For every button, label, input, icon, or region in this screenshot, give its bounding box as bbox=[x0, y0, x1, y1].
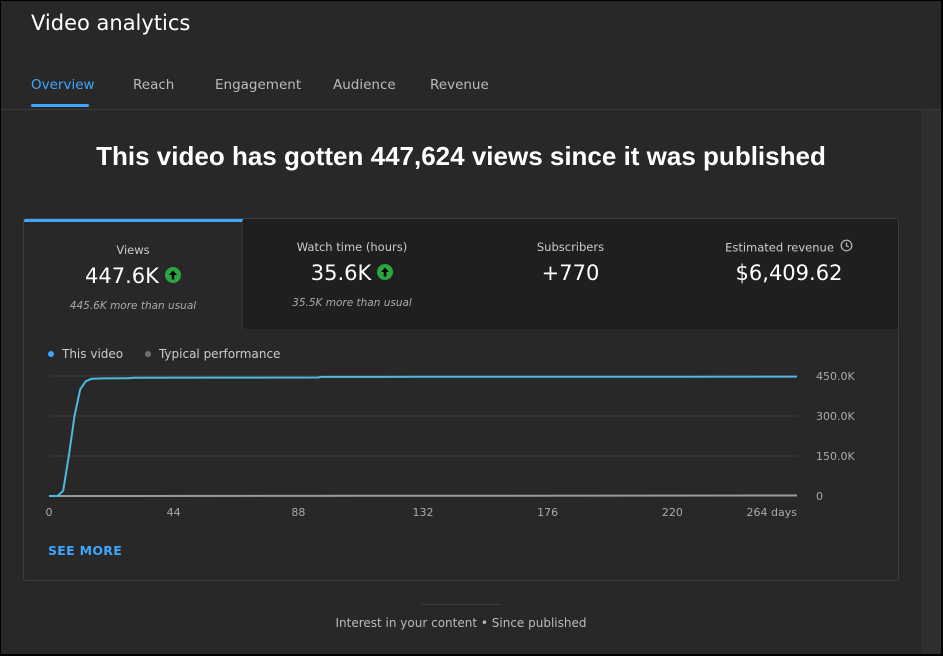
y-tick-label: 0 bbox=[816, 490, 823, 503]
series-line-typical-performance bbox=[49, 494, 798, 497]
metric-label: Views bbox=[116, 243, 150, 257]
metrics-card: Views 447.6K 445.6K more than usual Watc… bbox=[23, 218, 899, 581]
metric-watch-time[interactable]: Watch time (hours) 35.6K 35.5K more than… bbox=[243, 219, 462, 329]
x-tick-label: 0 bbox=[46, 506, 53, 519]
clock-icon bbox=[840, 239, 853, 255]
video-analytics-panel: Video analytics Overview Reach Engagemen… bbox=[1, 1, 941, 654]
series-line-this-video bbox=[49, 375, 798, 497]
metric-value-text: 447.6K bbox=[85, 264, 159, 288]
see-more-link[interactable]: SEE MORE bbox=[48, 543, 122, 558]
views-headline: This video has gotten 447,624 views sinc… bbox=[96, 141, 826, 171]
metric-value: $6,409.62 bbox=[735, 261, 843, 285]
tab-engagement[interactable]: Engagement bbox=[215, 77, 301, 93]
y-tick-label: 300.0K bbox=[816, 410, 855, 423]
y-tick-label: 150.0K bbox=[816, 450, 855, 463]
footer-caption: Interest in your content • Since publish… bbox=[335, 616, 587, 630]
header: Video analytics Overview Reach Engagemen… bbox=[1, 1, 941, 110]
x-tick-label: 132 bbox=[413, 506, 434, 519]
x-tick-label: 220 bbox=[662, 506, 683, 519]
metric-value: 35.6K bbox=[243, 261, 461, 285]
tab-revenue[interactable]: Revenue bbox=[430, 77, 489, 93]
x-tick-label: 264 days bbox=[747, 506, 798, 519]
metric-label: Subscribers bbox=[536, 240, 605, 254]
metric-value: 447.6K bbox=[24, 264, 242, 288]
x-tick-label: 176 bbox=[537, 506, 558, 519]
legend-dot bbox=[144, 350, 151, 357]
scrollbar[interactable] bbox=[921, 110, 941, 654]
x-tick-label: 88 bbox=[291, 506, 305, 519]
metric-value-text: 35.6K bbox=[310, 261, 372, 285]
metric-label: Watch time (hours) bbox=[296, 240, 408, 254]
metric-note: 445.6K more than usual bbox=[69, 300, 197, 312]
tab-reach[interactable]: Reach bbox=[133, 77, 174, 93]
metric-views[interactable]: Views 447.6K 445.6K more than usual bbox=[24, 219, 243, 329]
page-title: Video analytics bbox=[31, 11, 191, 35]
metric-note: 35.5K more than usual bbox=[292, 297, 412, 309]
tab-overview[interactable]: Overview bbox=[31, 77, 95, 93]
y-tick-label: 450.0K bbox=[816, 370, 855, 383]
footer-divider bbox=[421, 604, 501, 605]
metric-subscribers[interactable]: Subscribers +770 bbox=[461, 219, 681, 329]
metric-estimated-revenue[interactable]: Estimated revenue $6,409.62 bbox=[680, 219, 898, 329]
metric-value: +770 bbox=[541, 261, 600, 285]
arrow-up-icon bbox=[164, 267, 181, 283]
x-tick-label: 44 bbox=[167, 506, 181, 519]
views-line-chart: 0 150.0K 300.0K 450.0K 0 44 88 132 176 220 264 day… bbox=[46, 370, 856, 519]
metric-label-text: Estimated revenue bbox=[725, 240, 834, 255]
arrow-up-icon bbox=[377, 264, 394, 280]
legend-dot bbox=[48, 350, 54, 357]
tab-audience[interactable]: Audience bbox=[333, 77, 396, 93]
active-tab-indicator bbox=[31, 104, 89, 107]
metric-label: Estimated revenue bbox=[680, 239, 898, 256]
